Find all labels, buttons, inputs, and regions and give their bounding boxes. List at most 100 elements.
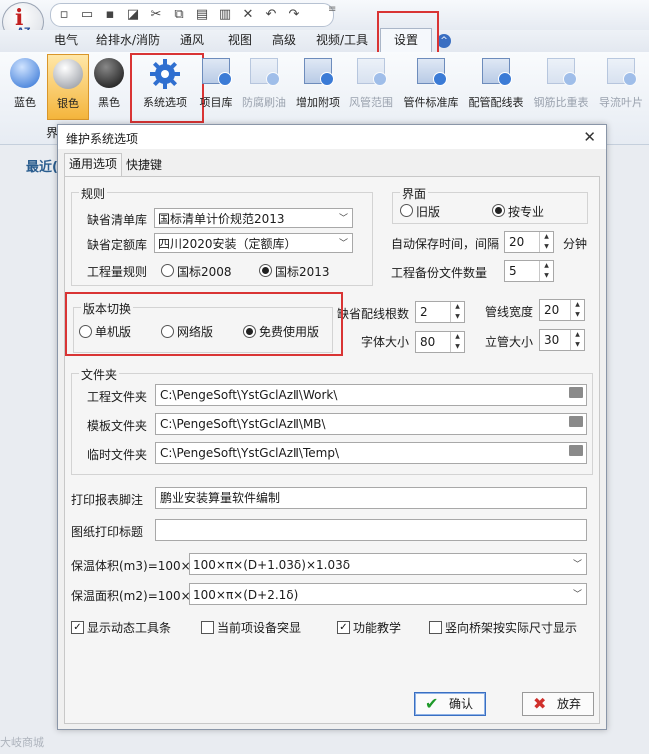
- down-arrow-icon[interactable]: ▼: [540, 271, 553, 281]
- template-folder-label: 模板文件夹: [87, 419, 148, 433]
- up-arrow-icon[interactable]: ▲: [451, 332, 464, 342]
- template-folder-input[interactable]: C:\PengeSoft\YstGclAzⅡ\MB\: [155, 413, 587, 435]
- qty-rule-label: 工程量规则: [87, 265, 148, 279]
- theme-silver-button[interactable]: 银色: [47, 54, 89, 120]
- table-icon: [250, 58, 280, 86]
- cancel-button[interactable]: ✖ 放弃: [522, 692, 594, 716]
- theme-black-button[interactable]: 黑色: [92, 56, 126, 116]
- tab-general-options[interactable]: 通用选项: [64, 153, 123, 177]
- radio-old-version[interactable]: [400, 204, 413, 217]
- copy-icon[interactable]: ⧉: [172, 8, 186, 22]
- delete-icon[interactable]: ✕: [241, 8, 255, 22]
- up-arrow-icon[interactable]: ▲: [540, 232, 553, 242]
- ok-button[interactable]: ✔ 确认: [414, 692, 486, 716]
- temp-folder-input[interactable]: C:\PengeSoft\YstGclAzⅡ\Temp\: [155, 442, 587, 464]
- customize-toolbar-icon[interactable]: ≡: [328, 4, 336, 15]
- save-icon[interactable]: ▪: [103, 8, 117, 22]
- up-arrow-icon[interactable]: ▲: [571, 330, 584, 340]
- insulation-area-label: 保温面积(m2)=100×: [71, 589, 191, 603]
- radio-gb2008[interactable]: [161, 264, 174, 277]
- autosave-stepper[interactable]: 20 ▲ ▼: [504, 231, 554, 253]
- close-icon[interactable]: ✕: [583, 128, 596, 146]
- table-icon: [482, 58, 512, 86]
- pipe-width-stepper[interactable]: 20 ▲ ▼: [539, 299, 585, 321]
- font-size-stepper[interactable]: 80 ▲ ▼: [415, 331, 465, 353]
- default-quota-select[interactable]: 四川2020安装（定额库） ﹀: [154, 233, 353, 253]
- project-folder-input[interactable]: C:\PengeSoft\YstGclAzⅡ\Work\: [155, 384, 587, 406]
- folder-icon[interactable]: [569, 387, 583, 398]
- feature-tutorial-label: 功能教学: [353, 621, 402, 635]
- down-arrow-icon[interactable]: ▼: [571, 310, 584, 320]
- insulation-volume-select[interactable]: 100×π×(D+1.03δ)×1.03δ ﹀: [189, 553, 587, 575]
- spin-buttons: ▲ ▼: [539, 232, 553, 252]
- duct-range-button[interactable]: 风管范围: [346, 56, 396, 116]
- down-arrow-icon[interactable]: ▼: [451, 342, 464, 352]
- ok-label: 确认: [449, 697, 474, 711]
- template-folder-value: C:\PengeSoft\YstGclAzⅡ\MB\: [160, 417, 326, 431]
- tab-view[interactable]: 视图: [228, 30, 252, 50]
- redo-icon[interactable]: ↷: [287, 8, 301, 22]
- print-footer-input[interactable]: 鹏业安装算量软件编制: [155, 487, 587, 509]
- down-arrow-icon[interactable]: ▼: [540, 242, 553, 252]
- drawing-title-input[interactable]: [155, 519, 587, 541]
- help-icon[interactable]: ^: [437, 34, 451, 48]
- down-arrow-icon[interactable]: ▼: [571, 340, 584, 350]
- table-icon: [202, 58, 232, 86]
- tab-video-tools[interactable]: 视频/工具: [316, 30, 368, 50]
- quick-access-toolbar: ▫ ▭ ▪ ◪ ✂ ⧉ ▤ ▥ ✕ ↶ ↷: [50, 3, 334, 27]
- folder-icon[interactable]: [569, 445, 583, 456]
- new-icon[interactable]: ▫: [57, 8, 71, 22]
- tab-advanced[interactable]: 高级: [272, 30, 296, 50]
- blue-ball-icon: [10, 58, 40, 88]
- up-arrow-icon[interactable]: ▲: [571, 300, 584, 310]
- up-arrow-icon[interactable]: ▲: [451, 302, 464, 312]
- silver-ball-icon: [53, 59, 83, 89]
- radio-by-profession[interactable]: [492, 204, 505, 217]
- default-list-select[interactable]: 国标清单计价规范2013 ﹀: [154, 208, 353, 228]
- theme-blue-button[interactable]: 蓝色: [8, 56, 42, 116]
- save-as-icon[interactable]: ◪: [126, 8, 140, 22]
- open-icon[interactable]: ▭: [80, 8, 94, 22]
- backup-value: 5: [509, 264, 517, 278]
- fitting-library-button[interactable]: 管件标准库: [402, 56, 460, 116]
- up-arrow-icon[interactable]: ▲: [540, 261, 553, 271]
- project-library-button[interactable]: 项目库: [198, 56, 234, 116]
- chevron-down-icon: ﹀: [338, 239, 348, 249]
- x-icon: ✖: [533, 694, 547, 713]
- add-attachment-button[interactable]: 增加附项: [294, 56, 342, 116]
- paste-special-icon[interactable]: ▥: [218, 8, 232, 22]
- guide-vane-button[interactable]: 导流叶片: [596, 56, 646, 116]
- add-attachment-label: 增加附项: [296, 96, 340, 109]
- folder-icon[interactable]: [569, 416, 583, 427]
- default-wire-stepper[interactable]: 2 ▲ ▼: [415, 301, 465, 323]
- gb2008-label: 国标2008: [177, 265, 232, 279]
- backup-stepper[interactable]: 5 ▲ ▼: [504, 260, 554, 282]
- riser-size-stepper[interactable]: 30 ▲ ▼: [539, 329, 585, 351]
- anticorrosion-label: 防腐刷油: [242, 96, 286, 109]
- wiring-table-button[interactable]: 配管配线表: [466, 56, 526, 116]
- vertical-tray-label: 竖向桥架按实际尺寸显示: [445, 621, 578, 635]
- watermark: 大岐商城: [0, 736, 44, 749]
- cut-icon[interactable]: ✂: [149, 8, 163, 22]
- tab-ventilation[interactable]: 通风: [180, 30, 204, 50]
- paste-icon[interactable]: ▤: [195, 8, 209, 22]
- highlight-current-device-checkbox[interactable]: [201, 621, 214, 634]
- down-arrow-icon[interactable]: ▼: [451, 312, 464, 322]
- cancel-label: 放弃: [557, 697, 582, 711]
- table-icon: [357, 58, 387, 86]
- feature-tutorial-checkbox[interactable]: ✓: [337, 621, 350, 634]
- radio-gb2013[interactable]: [259, 264, 272, 277]
- tab-shortcuts[interactable]: 快捷键: [122, 155, 166, 175]
- print-footer-value: 鹏业安装算量软件编制: [160, 491, 281, 505]
- vertical-tray-checkbox[interactable]: [429, 621, 442, 634]
- undo-icon[interactable]: ↶: [264, 8, 278, 22]
- show-dynamic-toolbar-checkbox[interactable]: ✓: [71, 621, 84, 634]
- tab-electric[interactable]: 电气: [54, 30, 78, 50]
- rebar-weight-button[interactable]: 钢筋比重表: [532, 56, 590, 116]
- theme-silver-label: 银色: [57, 97, 79, 110]
- insulation-area-select[interactable]: 100×π×(D+2.1δ) ﹀: [189, 583, 587, 605]
- tab-water-fire[interactable]: 给排水/消防: [96, 30, 160, 50]
- autosave-unit: 分钟: [563, 237, 588, 251]
- pipe-width-value: 20: [544, 303, 560, 317]
- anticorrosion-button[interactable]: 防腐刷油: [240, 56, 288, 116]
